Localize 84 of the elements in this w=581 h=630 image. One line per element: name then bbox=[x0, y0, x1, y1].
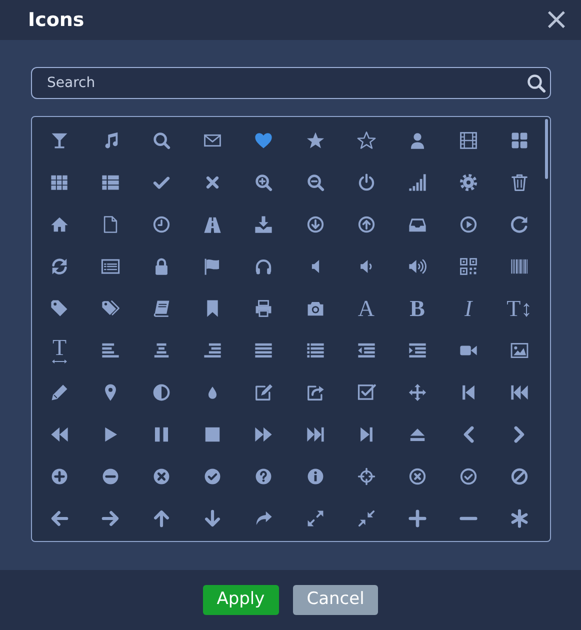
font-icon[interactable]: A bbox=[358, 296, 374, 320]
cocktail-glass-icon[interactable] bbox=[50, 130, 70, 150]
road-icon[interactable] bbox=[203, 214, 222, 234]
zoom-out-icon[interactable] bbox=[306, 172, 325, 192]
power-icon[interactable] bbox=[356, 172, 376, 192]
width-arrow-icon bbox=[50, 359, 70, 364]
book-icon[interactable] bbox=[152, 298, 172, 318]
search-icon[interactable] bbox=[152, 130, 172, 150]
arrow-circle-up-icon[interactable] bbox=[356, 214, 376, 234]
ban-icon[interactable] bbox=[510, 466, 529, 486]
film-icon[interactable] bbox=[458, 130, 478, 150]
redo-icon[interactable] bbox=[510, 214, 529, 234]
indent-icon[interactable] bbox=[408, 340, 427, 360]
share-box-icon[interactable] bbox=[306, 382, 325, 402]
search-icon[interactable] bbox=[526, 73, 546, 93]
contrast-icon[interactable] bbox=[152, 382, 172, 402]
italic-icon[interactable]: I bbox=[464, 296, 472, 320]
arrow-circle-down-icon[interactable] bbox=[306, 214, 325, 234]
dialog-title: Icons bbox=[28, 8, 84, 33]
volume-high-icon[interactable] bbox=[408, 256, 427, 276]
check-circle-outline-icon[interactable] bbox=[458, 466, 478, 486]
settings-icon[interactable] bbox=[458, 172, 478, 192]
close-circle-outline-icon[interactable] bbox=[408, 466, 427, 486]
bullet-list-icon[interactable] bbox=[306, 340, 325, 360]
close-button[interactable]: × bbox=[542, 5, 571, 35]
search-field[interactable]: Search bbox=[31, 67, 551, 99]
cancel-button[interactable]: Cancel bbox=[292, 585, 378, 615]
justify-icon[interactable] bbox=[254, 340, 274, 360]
stop-icon[interactable] bbox=[203, 424, 222, 444]
printer-icon[interactable] bbox=[254, 298, 274, 318]
plus-icon[interactable] bbox=[408, 508, 427, 528]
star-icon[interactable] bbox=[306, 130, 325, 150]
text-width-icon[interactable]: T bbox=[52, 336, 67, 359]
barcode-icon[interactable] bbox=[510, 256, 529, 276]
expand-icon[interactable] bbox=[306, 508, 325, 528]
refresh-icon[interactable] bbox=[50, 256, 70, 276]
heart-icon[interactable] bbox=[254, 130, 274, 150]
zoom-in-icon[interactable] bbox=[254, 172, 274, 192]
headphones-icon[interactable] bbox=[254, 256, 274, 276]
text-height-icon[interactable]: T↕ bbox=[506, 296, 532, 320]
signal-bars-icon[interactable] bbox=[408, 172, 427, 192]
crosshair-icon[interactable] bbox=[356, 466, 376, 486]
check-circle-icon[interactable] bbox=[203, 466, 222, 486]
home-icon[interactable] bbox=[50, 214, 70, 234]
outdent-icon[interactable] bbox=[356, 340, 376, 360]
compress-icon[interactable] bbox=[356, 508, 376, 528]
close-circle-icon[interactable] bbox=[152, 466, 172, 486]
edit-icon[interactable] bbox=[254, 382, 274, 402]
forward-icon[interactable] bbox=[254, 424, 274, 444]
scrollbar-thumb[interactable] bbox=[545, 119, 548, 179]
arrow-right-icon[interactable] bbox=[101, 508, 120, 528]
tag-icon[interactable] bbox=[50, 298, 70, 318]
checkbox-icon[interactable] bbox=[356, 382, 376, 402]
qr-code-icon[interactable] bbox=[458, 256, 478, 276]
apply-button[interactable]: Apply bbox=[202, 585, 279, 615]
fast-forward-icon[interactable] bbox=[306, 424, 325, 444]
list-icon[interactable] bbox=[101, 172, 120, 192]
download-icon[interactable] bbox=[254, 214, 274, 234]
arrow-left-icon[interactable] bbox=[50, 508, 70, 528]
move-icon[interactable] bbox=[408, 382, 427, 402]
forward-arrow-icon[interactable] bbox=[254, 508, 274, 528]
grid-icon[interactable] bbox=[50, 172, 70, 192]
arrow-up-icon[interactable] bbox=[152, 508, 172, 528]
image-icon[interactable] bbox=[510, 340, 529, 360]
plus-circle-icon[interactable] bbox=[50, 466, 70, 486]
fast-backward-icon[interactable] bbox=[510, 382, 529, 402]
play-circle-icon[interactable] bbox=[458, 214, 478, 234]
align-left-icon[interactable] bbox=[101, 340, 120, 360]
pencil-icon[interactable] bbox=[50, 382, 70, 402]
clock-icon[interactable] bbox=[152, 214, 172, 234]
arrow-down-icon[interactable] bbox=[203, 508, 222, 528]
info-circle-icon[interactable] bbox=[306, 466, 325, 486]
bold-icon[interactable]: B bbox=[410, 296, 425, 320]
question-circle-icon[interactable] bbox=[254, 466, 274, 486]
large-grid-icon[interactable] bbox=[510, 130, 529, 150]
asterisk-icon[interactable] bbox=[510, 508, 529, 528]
trash-icon[interactable] bbox=[510, 172, 529, 192]
align-right-icon[interactable] bbox=[203, 340, 222, 360]
star-outline-icon[interactable] bbox=[356, 130, 376, 150]
list-box-icon[interactable] bbox=[101, 256, 120, 276]
minus-circle-icon[interactable] bbox=[101, 466, 120, 486]
align-center-icon[interactable] bbox=[152, 340, 172, 360]
rewind-icon[interactable] bbox=[50, 424, 70, 444]
tags-icon[interactable] bbox=[101, 298, 120, 318]
